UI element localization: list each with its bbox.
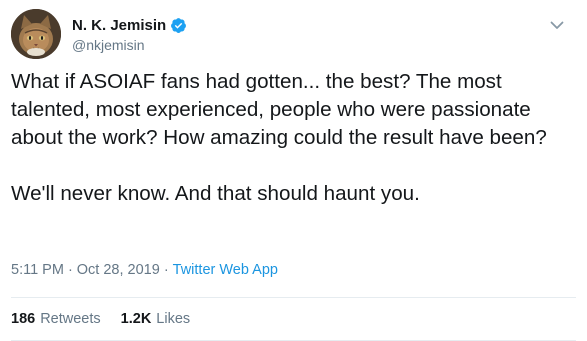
- name-row: N. K. Jemisin: [72, 15, 187, 35]
- tweet-date[interactable]: Oct 28, 2019: [77, 262, 160, 278]
- likes-label: Likes: [156, 311, 191, 327]
- meta-separator: ·: [163, 262, 169, 278]
- tweet-card: N. K. Jemisin @nkjemisin What if ASOIAF …: [0, 0, 587, 341]
- tweet-time[interactable]: 5:11 PM: [11, 262, 64, 278]
- tweet-text: What if ASOIAF fans had gotten... the be…: [11, 70, 547, 205]
- retweets-stat[interactable]: 186 Retweets: [11, 311, 101, 327]
- likes-count: 1.2K: [120, 311, 152, 327]
- retweets-count: 186: [11, 311, 36, 327]
- meta-separator: ·: [67, 262, 73, 278]
- display-name[interactable]: N. K. Jemisin: [72, 17, 166, 34]
- verified-badge-icon: [170, 17, 187, 34]
- chevron-down-icon: [550, 21, 564, 29]
- retweets-label: Retweets: [40, 311, 101, 327]
- author-names: N. K. Jemisin @nkjemisin: [72, 15, 187, 53]
- tweet-stats: 186 Retweets 1.2K Likes: [11, 311, 210, 327]
- author-handle[interactable]: @nkjemisin: [72, 37, 187, 53]
- tweet-source-link[interactable]: Twitter Web App: [173, 262, 278, 278]
- divider: [11, 297, 576, 298]
- avatar[interactable]: [11, 9, 61, 59]
- tweet-header: N. K. Jemisin @nkjemisin: [11, 9, 571, 59]
- more-options-button[interactable]: [547, 15, 567, 35]
- likes-stat[interactable]: 1.2K Likes: [121, 311, 191, 327]
- cat-avatar-icon: [11, 9, 61, 59]
- tweet-meta: 5:11 PM · Oct 28, 2019 · Twitter Web App: [11, 262, 278, 278]
